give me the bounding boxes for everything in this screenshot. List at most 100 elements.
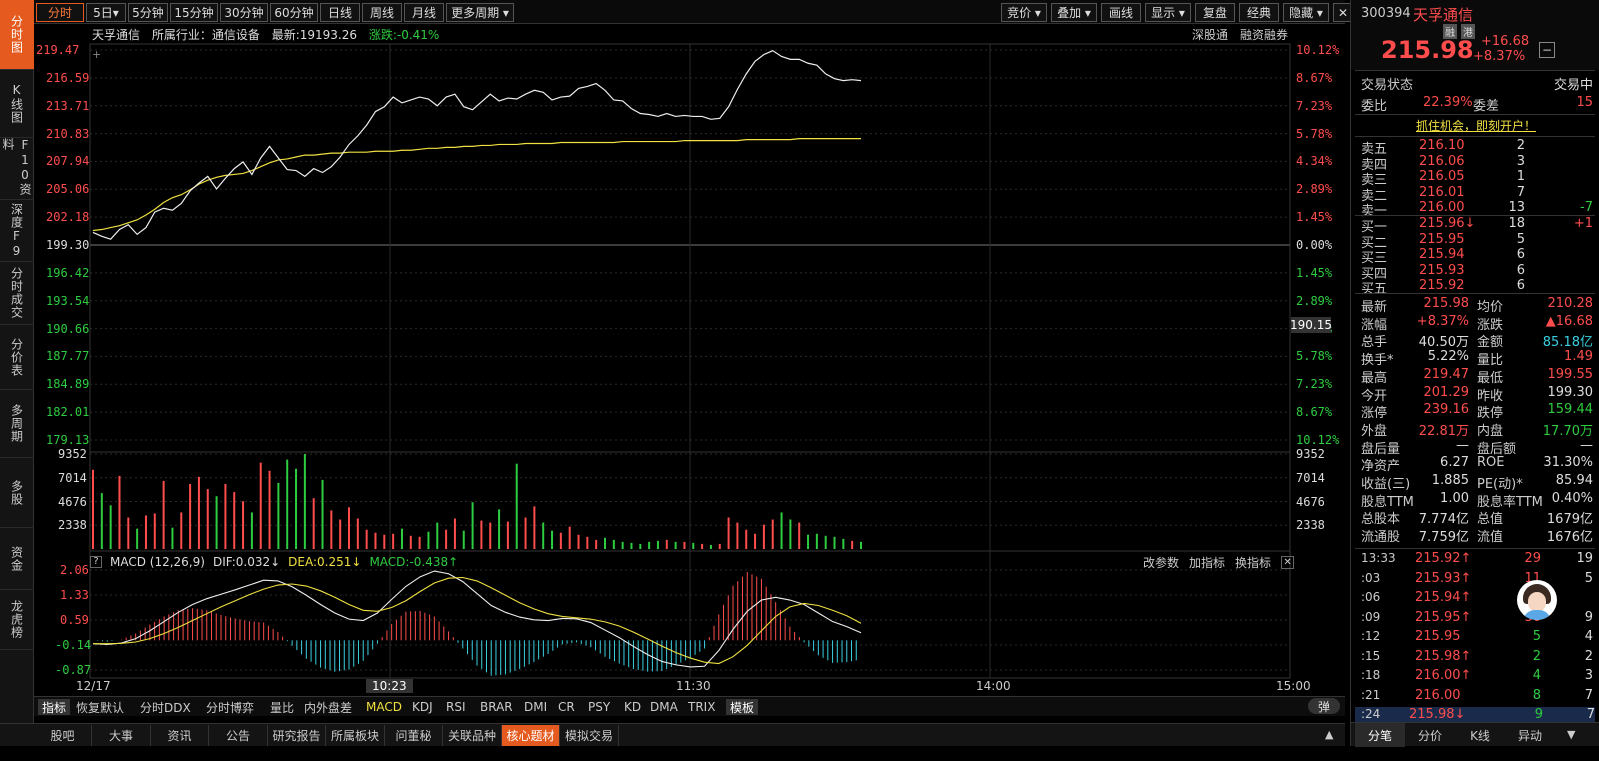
- bottom-tab-8[interactable]: 核心题材: [502, 725, 560, 746]
- tick-row[interactable]: 13:33 215.92↑ 29 19: [1361, 551, 1593, 569]
- bottom-tab-5[interactable]: 所属板块: [327, 725, 385, 746]
- collapse-icon[interactable]: −: [1539, 42, 1555, 58]
- indicator-tab-10[interactable]: DMI: [520, 699, 551, 715]
- indicator-tab-0[interactable]: 指标: [38, 699, 71, 715]
- pct-tick-right: 2.89%: [1296, 293, 1333, 308]
- volume-bar: [242, 501, 245, 549]
- book-volume: 7: [1516, 184, 1525, 200]
- bottom-tab-6[interactable]: 问董秘: [385, 725, 443, 746]
- price-tick-left: 193.54: [46, 293, 90, 308]
- stat-row: 最新 215.98 均价 210.28: [1361, 296, 1593, 315]
- volume-bar: [180, 512, 183, 549]
- indicator-tab-12[interactable]: PSY: [584, 699, 614, 715]
- stat-label: 最低: [1477, 370, 1504, 386]
- stat-row: 总手 40.50万 金额 85.18亿: [1361, 331, 1593, 350]
- tick-row[interactable]: :18 216.00↑ 4 3: [1361, 668, 1593, 686]
- tick-row[interactable]: :12 215.95 5 4: [1361, 629, 1593, 647]
- book-price: 216.06: [1419, 153, 1465, 169]
- indicator-tab-8[interactable]: RSI: [442, 699, 470, 715]
- volume-bar: [144, 515, 147, 549]
- indicator-tab-3[interactable]: 分时博弈: [202, 699, 258, 715]
- stat-value: ▲16.68: [1545, 313, 1593, 329]
- volume-tick-left: 2338: [58, 518, 87, 533]
- volume-bar: [533, 506, 536, 549]
- bottom-tab-0[interactable]: 股吧: [34, 725, 92, 746]
- pct-tick-right: 0.00%: [1296, 238, 1333, 252]
- indicator-tab-9[interactable]: BRAR: [476, 699, 517, 715]
- close-icon[interactable]: ✕: [1281, 556, 1295, 569]
- tick-row[interactable]: :21 216.00 8 7: [1361, 688, 1593, 706]
- indicator-tab-15[interactable]: TRIX: [684, 699, 719, 715]
- price-tick-left: 202.18: [46, 210, 90, 225]
- stat-row: 总股本 7.774亿 总值 1679亿: [1361, 508, 1593, 528]
- volume-bar: [259, 462, 262, 549]
- tick-row[interactable]: :03 215.93↑ 11 5: [1361, 571, 1593, 589]
- collapse-panel-icon[interactable]: ▼: [1567, 728, 1575, 741]
- indicator-tab-11[interactable]: CR: [554, 699, 579, 715]
- expand-icon[interactable]: ▲: [1325, 728, 1333, 741]
- stat-value: 219.47: [1423, 366, 1470, 382]
- tick-row[interactable]: :06 215.94↑: [1361, 590, 1593, 608]
- book-volume: 18: [1508, 216, 1525, 231]
- volume-bar: [860, 541, 862, 549]
- volume-bar: [736, 522, 739, 549]
- switch-indicator-button[interactable]: 换指标: [1235, 554, 1271, 571]
- indicator-tab-13[interactable]: KD: [620, 699, 645, 715]
- volume-bar: [339, 519, 342, 549]
- volume-bar: [851, 540, 854, 549]
- stat-value: 199.55: [1547, 366, 1594, 382]
- open-account-link[interactable]: 抓住机会，即刻开户！: [1361, 117, 1591, 133]
- tick-row[interactable]: :09215.95↑309: [1361, 610, 1593, 628]
- stat-value: 5.22%: [1427, 349, 1469, 365]
- volume-tick-left: 4676: [58, 494, 87, 509]
- indicator-tab-1[interactable]: 恢复默认: [72, 699, 128, 715]
- indicator-tab-7[interactable]: KDJ: [408, 699, 437, 715]
- price-change: +16.68: [1481, 34, 1530, 49]
- bottom-tab-4[interactable]: 研究报告: [268, 725, 326, 746]
- volume-bar: [197, 476, 200, 549]
- bottom-tab-2[interactable]: 资讯: [151, 725, 209, 746]
- book-volume: 2: [1516, 138, 1525, 153]
- volume-bar: [745, 529, 748, 549]
- volume-bar: [542, 522, 545, 549]
- bottom-tab-7[interactable]: 关联品种: [444, 725, 502, 746]
- bottom-tab-3[interactable]: 公告: [210, 725, 268, 746]
- assistant-avatar[interactable]: [1517, 580, 1557, 620]
- price-tick-left: 210.83: [46, 126, 90, 141]
- tick-count: 9: [1584, 609, 1593, 625]
- tick-price: 215.94↑: [1415, 590, 1472, 605]
- stat-label: 总股本: [1361, 512, 1401, 528]
- bottom-tab-9[interactable]: 模拟交易: [561, 725, 619, 746]
- stat-value: 85.94: [1555, 473, 1593, 488]
- quote-tab-2[interactable]: K线: [1455, 723, 1505, 747]
- popup-button[interactable]: 弹: [1308, 698, 1340, 714]
- help-icon[interactable]: ?: [90, 555, 102, 568]
- tick-time: :21: [1361, 687, 1381, 702]
- trade-status-row: 交易状态 交易中: [1361, 74, 1593, 93]
- add-indicator-button[interactable]: 加指标: [1189, 554, 1225, 571]
- volume-bar: [109, 505, 112, 549]
- quote-tab-1[interactable]: 分价: [1405, 723, 1455, 747]
- macd-value: MACD:-0.438↑: [369, 554, 459, 569]
- stat-value: 1679亿: [1546, 512, 1593, 528]
- stock-name: 天孚通信: [1413, 6, 1474, 24]
- edit-params-button[interactable]: 改参数: [1143, 554, 1179, 571]
- quote-tab-3[interactable]: 异动: [1505, 723, 1555, 747]
- stat-row: 股息TTM 1.00 股息率TTM 0.40%: [1361, 491, 1593, 510]
- indicator-tab-4[interactable]: 量比: [266, 699, 298, 715]
- book-volume: 6: [1516, 247, 1525, 262]
- intraday-chart[interactable]: +: [0, 0, 1345, 722]
- tick-row[interactable]: :15 215.98↑ 2 2: [1361, 649, 1593, 667]
- indicator-tab-5[interactable]: 内外盘差: [300, 699, 356, 715]
- stat-label: 跌停: [1477, 406, 1504, 422]
- bottom-tab-1[interactable]: 大事: [93, 725, 151, 746]
- indicator-tab-16[interactable]: 模板: [726, 699, 759, 715]
- indicator-tab-14[interactable]: DMA: [646, 699, 682, 715]
- volume-bar: [277, 482, 280, 549]
- time-tick: 12/17: [76, 679, 111, 693]
- indicator-tab-2[interactable]: 分时DDX: [136, 699, 195, 715]
- indicator-tab-6[interactable]: MACD: [362, 699, 406, 715]
- price-tick-left: 205.06: [46, 182, 90, 197]
- volume-bar: [701, 543, 704, 549]
- quote-tab-0[interactable]: 分笔: [1355, 723, 1405, 747]
